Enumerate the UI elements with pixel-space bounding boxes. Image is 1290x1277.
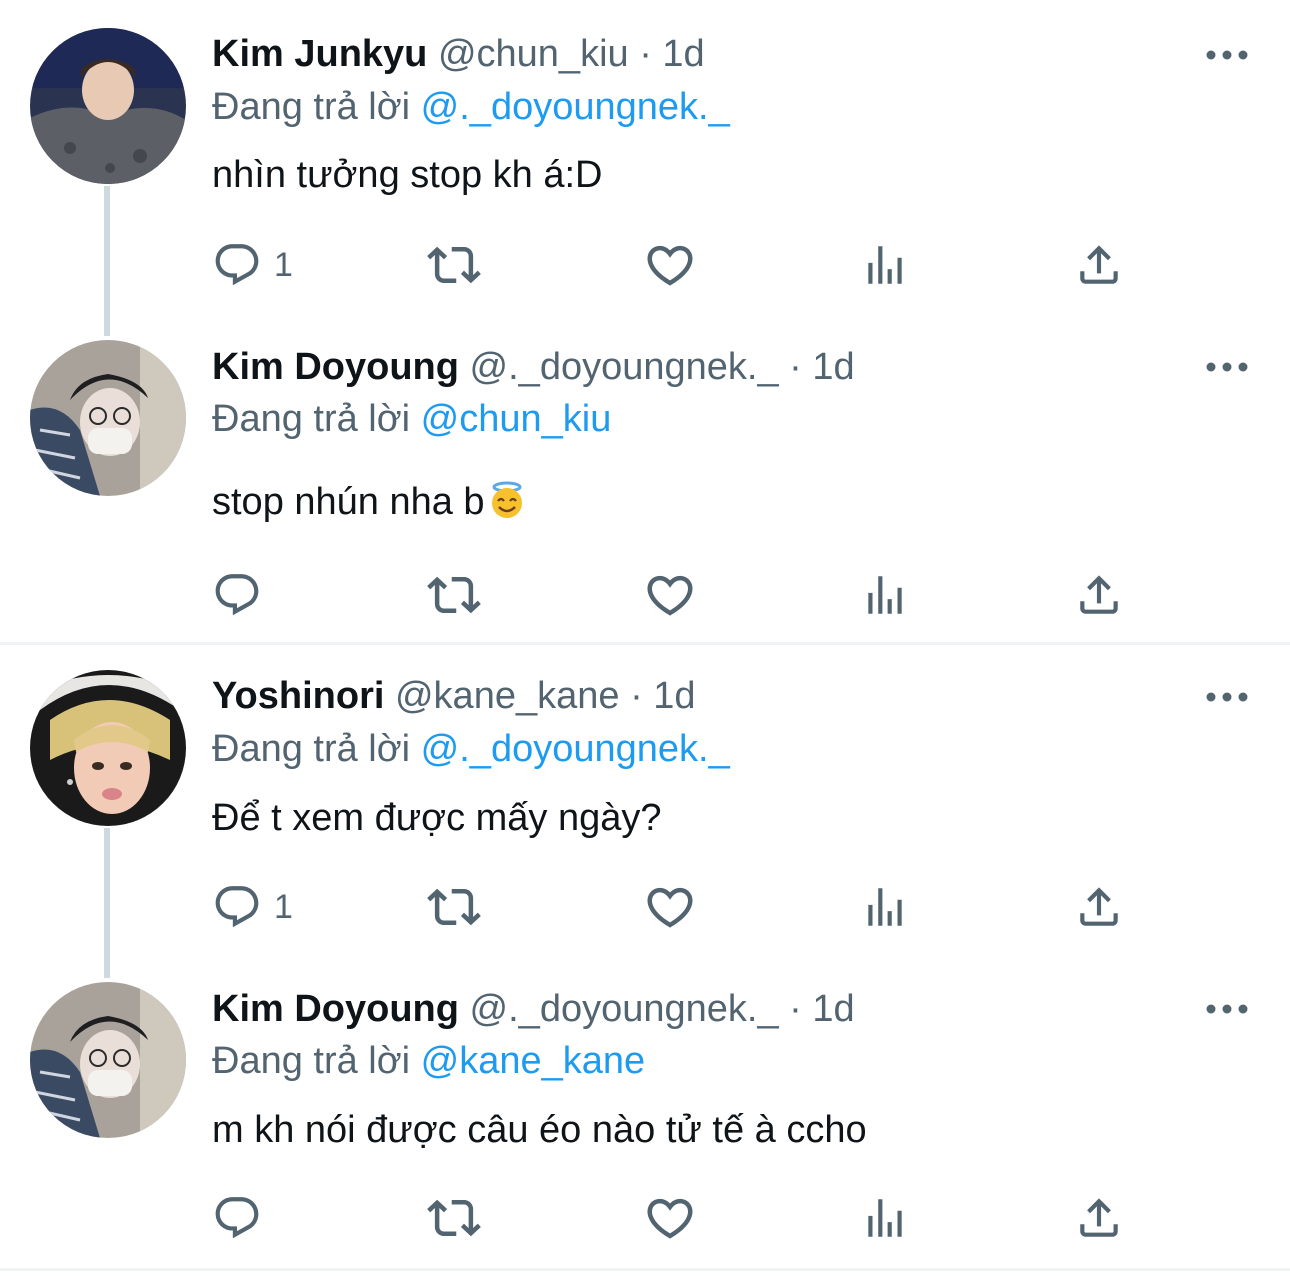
reply-count: 1 bbox=[274, 887, 293, 926]
analytics-icon bbox=[860, 570, 910, 620]
reply-icon bbox=[212, 570, 262, 620]
retweet-button[interactable] bbox=[427, 565, 481, 625]
avatar[interactable] bbox=[30, 982, 186, 1138]
share-icon bbox=[1074, 240, 1124, 290]
user-handle[interactable]: @kane_kane bbox=[395, 675, 620, 717]
tweet-header: Kim Doyoung @._doyoungnek._ · 1d bbox=[212, 986, 855, 1032]
share-icon bbox=[1074, 1193, 1124, 1243]
mention-link[interactable]: @._doyoungnek._ bbox=[421, 86, 730, 128]
like-button[interactable] bbox=[643, 877, 697, 937]
separator-dot: · bbox=[639, 33, 652, 75]
like-button[interactable] bbox=[643, 565, 697, 625]
retweet-icon bbox=[427, 1191, 481, 1245]
avatar[interactable] bbox=[30, 670, 186, 826]
replying-to: Đang trả lời @._doyoungnek._ bbox=[212, 726, 730, 772]
reply-icon bbox=[212, 1193, 262, 1243]
like-button[interactable] bbox=[643, 235, 697, 295]
retweet-icon bbox=[427, 880, 481, 934]
avatar[interactable] bbox=[30, 28, 186, 184]
replying-to-label: Đang trả lời bbox=[212, 728, 411, 770]
tweet-text: Để t xem được mấy ngày? bbox=[212, 797, 662, 839]
like-icon bbox=[643, 880, 697, 934]
like-icon bbox=[643, 238, 697, 292]
tweet-text: nhìn tưởng stop kh á:D bbox=[212, 154, 603, 196]
user-handle[interactable]: @chun_kiu bbox=[438, 33, 629, 75]
separator-dot: · bbox=[789, 346, 802, 388]
timestamp[interactable]: 1d bbox=[812, 346, 854, 388]
like-icon bbox=[643, 568, 697, 622]
replying-to-label: Đang trả lời bbox=[212, 1040, 411, 1082]
tweet-text: stop nhún nha b bbox=[212, 481, 485, 523]
tweet-header: Kim Junkyu @chun_kiu · 1d bbox=[212, 31, 705, 77]
analytics-icon bbox=[860, 240, 910, 290]
action-bar bbox=[0, 565, 1290, 625]
tweet-header: Yoshinori @kane_kane · 1d bbox=[212, 673, 696, 719]
display-name[interactable]: Kim Doyoung bbox=[212, 988, 459, 1030]
separator-dot: · bbox=[789, 988, 802, 1030]
tweet-text: m kh nói được câu éo nào tử tế à ccho bbox=[212, 1109, 867, 1151]
mention-link[interactable]: @kane_kane bbox=[421, 1040, 646, 1082]
divider bbox=[0, 642, 1290, 645]
share-button[interactable] bbox=[1074, 565, 1124, 625]
retweet-icon bbox=[427, 238, 481, 292]
more-icon[interactable] bbox=[1205, 999, 1249, 1019]
tweet-text-line: stop nhún nha b bbox=[212, 479, 527, 531]
action-bar: 1 bbox=[0, 877, 1290, 937]
analytics-button[interactable] bbox=[860, 565, 910, 625]
smiling-face-with-halo-icon bbox=[487, 480, 527, 531]
analytics-button[interactable] bbox=[860, 1188, 910, 1248]
reply-button[interactable] bbox=[212, 565, 274, 625]
more-icon[interactable] bbox=[1205, 45, 1249, 65]
divider bbox=[0, 1268, 1290, 1271]
share-icon bbox=[1074, 570, 1124, 620]
replying-to-label: Đang trả lời bbox=[212, 86, 411, 128]
reply-count: 1 bbox=[274, 245, 293, 284]
retweet-button[interactable] bbox=[427, 235, 481, 295]
analytics-button[interactable] bbox=[860, 235, 910, 295]
more-icon[interactable] bbox=[1205, 687, 1249, 707]
retweet-button[interactable] bbox=[427, 1188, 481, 1248]
share-button[interactable] bbox=[1074, 1188, 1124, 1248]
action-bar bbox=[0, 1188, 1290, 1248]
analytics-icon bbox=[860, 1193, 910, 1243]
avatar[interactable] bbox=[30, 340, 186, 496]
tweet-header: Kim Doyoung @._doyoungnek._ · 1d bbox=[212, 344, 855, 390]
display-name[interactable]: Yoshinori bbox=[212, 675, 384, 717]
retweet-button[interactable] bbox=[427, 877, 481, 937]
replying-to-label: Đang trả lời bbox=[212, 398, 411, 440]
replying-to: Đang trả lời @._doyoungnek._ bbox=[212, 84, 730, 130]
more-icon[interactable] bbox=[1205, 357, 1249, 377]
timestamp[interactable]: 1d bbox=[662, 33, 704, 75]
reply-button[interactable]: 1 bbox=[212, 235, 293, 295]
display-name[interactable]: Kim Junkyu bbox=[212, 33, 427, 75]
timestamp[interactable]: 1d bbox=[812, 988, 854, 1030]
reply-icon bbox=[212, 240, 262, 290]
share-button[interactable] bbox=[1074, 235, 1124, 295]
display-name[interactable]: Kim Doyoung bbox=[212, 346, 459, 388]
mention-link[interactable]: @._doyoungnek._ bbox=[421, 728, 730, 770]
reply-button[interactable]: 1 bbox=[212, 877, 293, 937]
share-icon bbox=[1074, 882, 1124, 932]
user-handle[interactable]: @._doyoungnek._ bbox=[470, 988, 779, 1030]
replying-to: Đang trả lời @chun_kiu bbox=[212, 396, 611, 442]
like-icon bbox=[643, 1191, 697, 1245]
replying-to: Đang trả lời @kane_kane bbox=[212, 1038, 645, 1084]
timestamp[interactable]: 1d bbox=[653, 675, 695, 717]
mention-link[interactable]: @chun_kiu bbox=[421, 398, 612, 440]
separator-dot: · bbox=[630, 675, 643, 717]
user-handle[interactable]: @._doyoungnek._ bbox=[470, 346, 779, 388]
reply-icon bbox=[212, 882, 262, 932]
retweet-icon bbox=[427, 568, 481, 622]
action-bar: 1 bbox=[0, 235, 1290, 295]
share-button[interactable] bbox=[1074, 877, 1124, 937]
reply-button[interactable] bbox=[212, 1188, 274, 1248]
analytics-icon bbox=[860, 882, 910, 932]
like-button[interactable] bbox=[643, 1188, 697, 1248]
analytics-button[interactable] bbox=[860, 877, 910, 937]
